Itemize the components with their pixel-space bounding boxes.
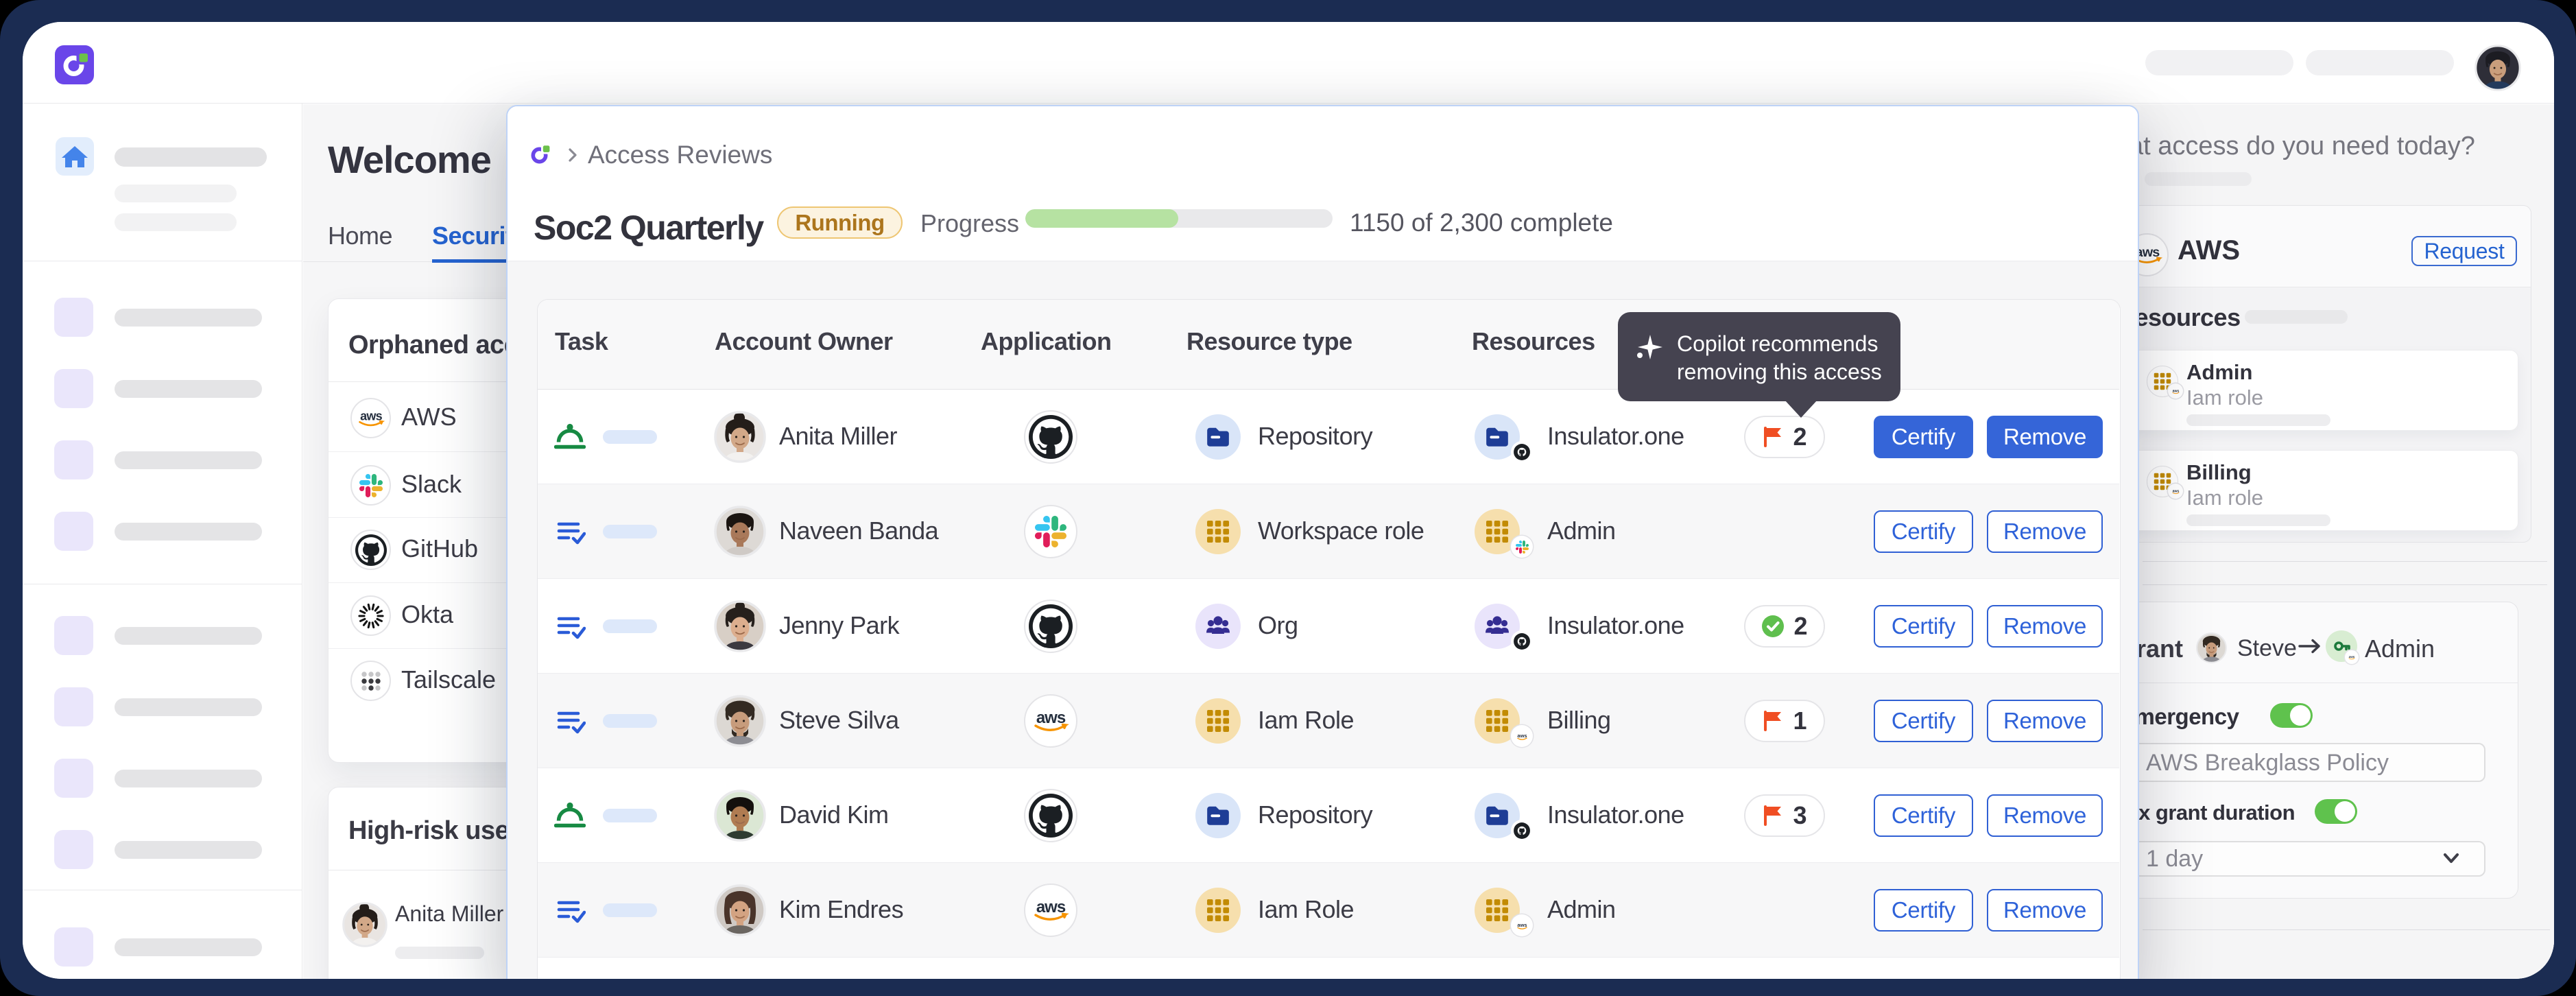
svg-text:aws: aws [1517,921,1527,927]
svg-text:aws: aws [1036,898,1066,916]
svg-text:aws: aws [1036,709,1066,727]
svg-text:aws: aws [1517,732,1527,738]
svg-text:aws: aws [360,409,383,423]
svg-text:aws: aws [2349,655,2355,659]
